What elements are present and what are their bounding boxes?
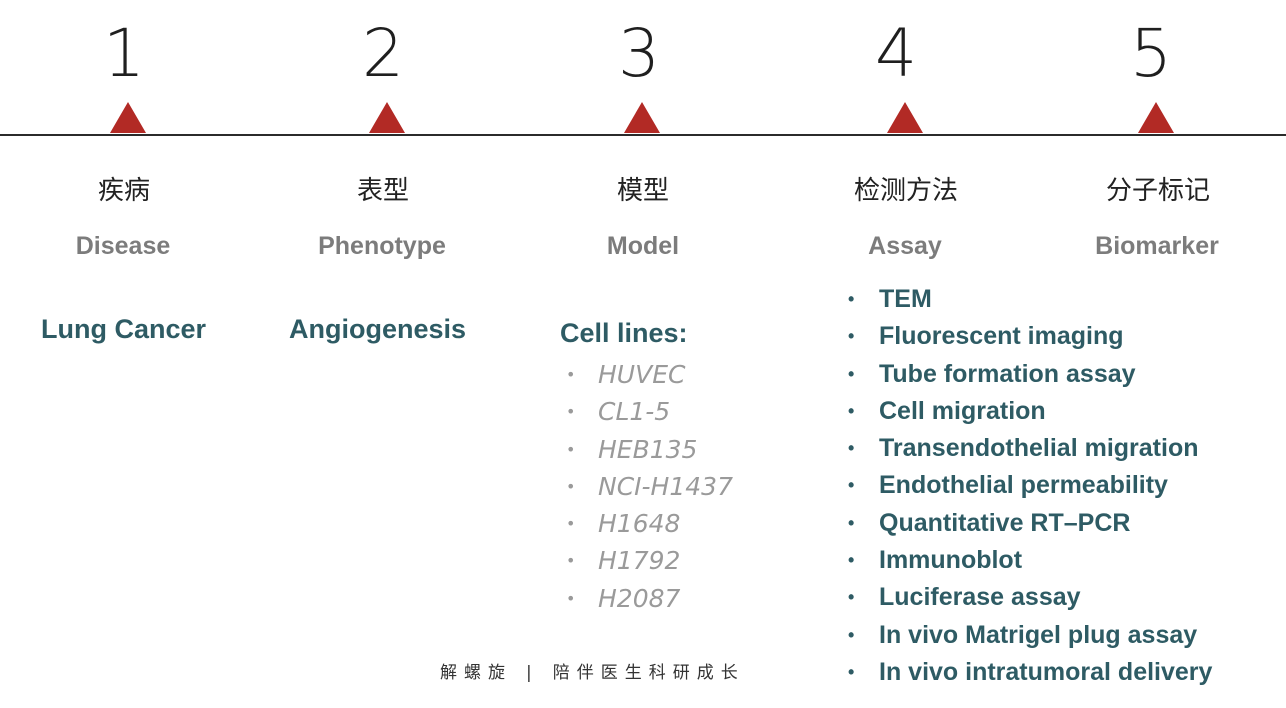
- list-item: • Tube formation assay: [846, 356, 1212, 393]
- footer-watermark: 解螺旋 | 陪伴医生科研成长: [440, 658, 745, 683]
- triangle-marker-icon: [1138, 102, 1174, 133]
- list-item: • Transendothelial migration: [846, 430, 1212, 467]
- assay-name: Transendothelial migration: [879, 434, 1199, 463]
- list-item: • Fluorescent imaging: [846, 318, 1212, 355]
- bullet-icon: •: [848, 475, 855, 496]
- step-title-zh-3: 模型: [616, 176, 669, 206]
- disease-value: Lung Cancer: [41, 314, 207, 344]
- list-item: • In vivo intratumoral delivery: [846, 654, 1212, 691]
- bullet-icon: •: [566, 588, 576, 608]
- cell-line-name: CL1-5: [598, 397, 671, 427]
- step-number-1: 1: [103, 15, 145, 92]
- step-title-zh-2: 表型: [356, 176, 409, 206]
- bullet-icon: •: [848, 400, 855, 421]
- timeline-divider: [0, 134, 1286, 136]
- list-item: • NCI-H1437: [560, 468, 733, 505]
- step-title-zh-5: 分子标记: [1105, 176, 1210, 206]
- bullet-icon: •: [848, 438, 855, 459]
- step-title-en-5: Biomarker: [1095, 232, 1219, 260]
- cell-line-name: H1648: [598, 509, 681, 539]
- cell-line-name: H1792: [598, 546, 681, 576]
- triangle-marker-icon: [887, 102, 923, 133]
- model-section: Cell lines: • HUVEC • CL1-5 • HEB135 • NCI-H…: [560, 314, 733, 617]
- list-item: • Immunoblot: [846, 542, 1212, 579]
- list-item: • Endothelial permeability: [846, 467, 1212, 504]
- cell-line-name: NCI-H1437: [598, 471, 733, 501]
- bullet-icon: •: [848, 587, 855, 608]
- assay-name: TEM: [879, 285, 932, 313]
- bullet-icon: •: [848, 363, 855, 384]
- list-item: • Quantitative RT–PCR: [846, 505, 1212, 542]
- step-number-5: 5: [1130, 15, 1172, 92]
- assay-name: Endothelial permeability: [879, 471, 1168, 500]
- footer-brand: 解螺旋: [440, 663, 512, 683]
- list-item: • In vivo Matrigel plug assay: [846, 617, 1212, 654]
- list-item: • H2087: [560, 580, 733, 617]
- bullet-icon: •: [566, 365, 576, 384]
- list-item: • HEB135: [560, 431, 733, 468]
- assay-name: Quantitative RT–PCR: [879, 508, 1131, 537]
- step-title-en-4: Assay: [868, 232, 942, 260]
- bullet-icon: •: [848, 661, 855, 682]
- bullet-icon: •: [848, 624, 855, 645]
- list-item: • Luciferase assay: [846, 579, 1212, 616]
- cell-line-name: H2087: [598, 583, 681, 613]
- step-title-zh-1: 疾病: [97, 176, 150, 206]
- bullet-icon: •: [848, 550, 855, 571]
- bullet-icon: •: [848, 289, 855, 309]
- footer-separator: |: [526, 663, 539, 683]
- list-item: • Cell migration: [846, 393, 1212, 430]
- list-item: • H1648: [560, 505, 733, 542]
- list-item: • HUVEC: [560, 356, 733, 393]
- step-number-4: 4: [875, 15, 917, 92]
- step-number-3: 3: [618, 15, 660, 92]
- assay-name: Immunoblot: [879, 546, 1023, 575]
- assay-name: In vivo Matrigel plug assay: [879, 620, 1198, 649]
- bullet-icon: •: [566, 476, 576, 496]
- triangle-marker-icon: [624, 102, 660, 133]
- step-title-en-1: Disease: [75, 232, 171, 260]
- triangle-marker-icon: [110, 102, 146, 133]
- footer-slogan: 陪伴医生科研成长: [552, 663, 745, 683]
- bullet-icon: •: [566, 551, 576, 571]
- list-item: • H1792: [560, 542, 733, 579]
- bullet-icon: •: [566, 514, 576, 534]
- assay-name: Fluorescent imaging: [879, 322, 1124, 351]
- bullet-icon: •: [566, 439, 576, 459]
- bullet-icon: •: [848, 326, 855, 347]
- list-item: • CL1-5: [560, 393, 733, 430]
- step-title-zh-4: 检测方法: [853, 176, 958, 206]
- bullet-icon: •: [566, 402, 576, 422]
- cell-line-name: HUVEC: [598, 360, 686, 389]
- assay-name: Tube formation assay: [879, 359, 1136, 388]
- step-title-en-2: Phenotype: [318, 232, 446, 260]
- assay-list: • TEM • Fluorescent imaging • Tube formatio…: [846, 281, 1212, 691]
- step-number-2: 2: [362, 15, 404, 92]
- bullet-icon: •: [848, 512, 855, 533]
- assay-name: Luciferase assay: [879, 583, 1081, 612]
- phenotype-value: Angiogenesis: [289, 314, 467, 344]
- step-title-en-3: Model: [606, 232, 680, 260]
- list-item: • TEM: [846, 281, 1212, 318]
- cell-line-name: HEB135: [598, 434, 698, 464]
- triangle-marker-icon: [369, 102, 405, 133]
- cell-lines-heading: Cell lines:: [560, 318, 688, 348]
- assay-name: In vivo intratumoral delivery: [879, 657, 1213, 686]
- cell-line-list: • HUVEC • CL1-5 • HEB135 • NCI-H1437 • H1648 …: [560, 356, 733, 617]
- assay-name: Cell migration: [879, 396, 1046, 425]
